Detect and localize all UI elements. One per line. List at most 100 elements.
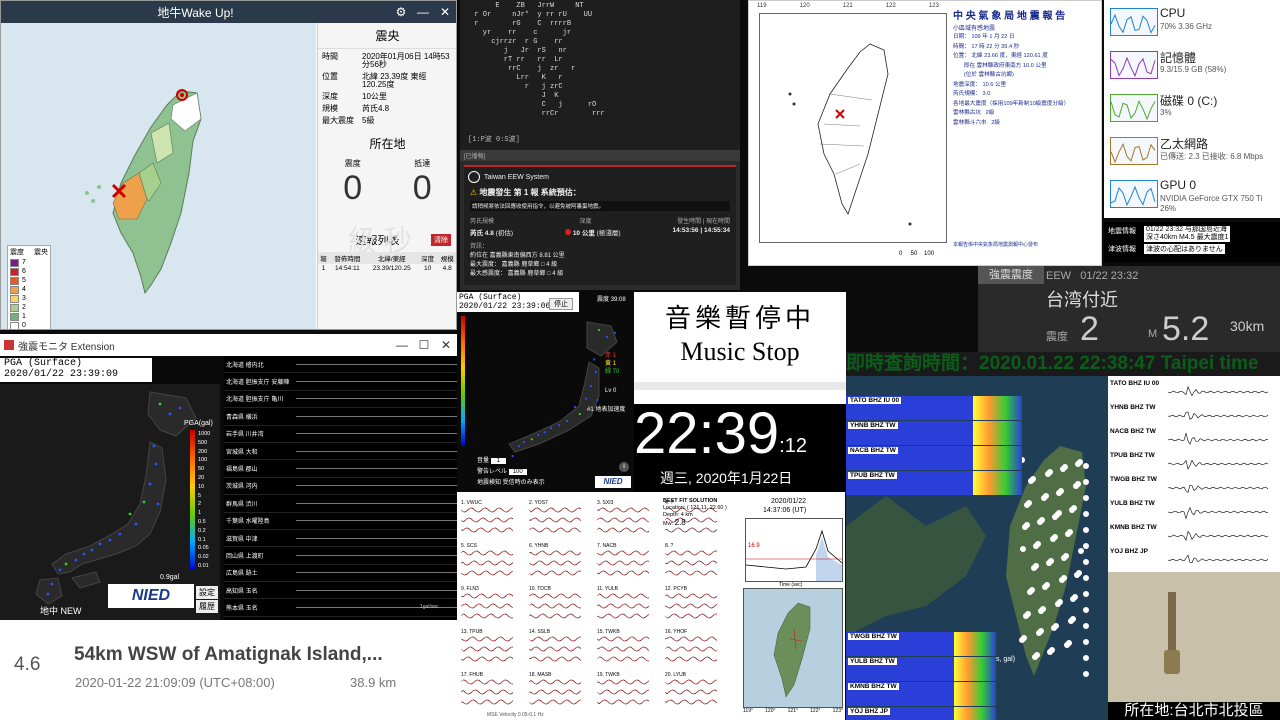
taskmgr-item[interactable]: GPU 0 NVIDIA GeForce GTX 750 Ti 26% xyxy=(1104,172,1280,215)
jp2-alarm-select[interactable]: 100 xyxy=(508,469,527,475)
station-dot xyxy=(154,462,158,466)
legend-row: 5 xyxy=(8,276,50,285)
region-trace xyxy=(296,502,457,504)
taskmgr-item[interactable]: CPU 70% 3.36 GHz xyxy=(1104,0,1280,43)
cwb-detail-line: 地震深度： 10.6 公里 xyxy=(953,81,1007,88)
legend-value: 5 xyxy=(22,277,26,284)
region-row[interactable]: 北海道 胆振支庁 安藤陣 xyxy=(224,373,457,391)
eew-info-label: 資訊： xyxy=(470,244,489,250)
region-name: 滋賀県 中津 xyxy=(226,536,258,543)
station-dot xyxy=(152,444,156,448)
region-trace xyxy=(296,415,457,417)
task-manager-panel: CPU 70% 3.36 GHz 記憶體 9.3/15.9 GB (58%) 磁碟 0 … xyxy=(1104,0,1280,218)
maximize-button[interactable]: ☐ xyxy=(413,338,435,352)
region-row[interactable]: 福島県 郡山 xyxy=(224,460,457,478)
wakeup-titlebar[interactable]: 地牛Wake Up! ⚙ — ✕ xyxy=(1,1,456,23)
eew-info-line2: 最大震度： 嘉義縣 鹿草鄉 □ 4 級 xyxy=(470,262,558,268)
region-row[interactable]: 高知県 玉名 xyxy=(224,582,457,600)
close-button[interactable]: ✕ xyxy=(434,5,456,19)
taskmgr-item-detail: NVIDIA GeForce GTX 750 Ti xyxy=(1160,194,1263,203)
region-row[interactable]: 千葉県 水曜陸島 xyxy=(224,513,457,530)
spectro-gal-label: s, gal) xyxy=(996,656,1016,663)
region-row[interactable]: 北海道 檜内北 xyxy=(224,356,457,374)
region-row[interactable]: 群馬県 渋川 xyxy=(224,495,457,513)
station-dot xyxy=(1083,511,1089,517)
seis-map-tick: 123° xyxy=(832,708,843,714)
trace-synthetic xyxy=(460,560,514,566)
report-cell: 23.39/120.25 xyxy=(372,265,411,272)
station-dot xyxy=(1051,625,1057,631)
region-trace xyxy=(296,398,457,400)
eew-box-mag-label: M xyxy=(1148,328,1158,340)
info-value: 10公里 xyxy=(362,92,387,101)
cwb-scale: 0 50 100 xyxy=(899,251,935,257)
eew-system-title: Taiwan EEW System xyxy=(484,173,549,181)
spectrogram-energy xyxy=(954,682,996,706)
trace-synthetic xyxy=(596,699,650,705)
region-row[interactable]: 北海道 胆振支庁 亀川 xyxy=(224,391,457,409)
usgs-time: 2020-01-22 21:09:09 (UTC+08:00) xyxy=(75,675,275,690)
spectrogram-row: YHNB BHZ TW xyxy=(846,421,1022,445)
legend-header-intensity: 震度 xyxy=(10,249,24,256)
station-dot xyxy=(573,405,577,409)
taskmgr-item[interactable]: 磁碟 0 (C:) 3% xyxy=(1104,86,1280,129)
kyoshin-titlebar[interactable]: 強震モニタ Extension — ☐ ✕ xyxy=(0,334,457,356)
region-row[interactable]: 宮城県 大和 xyxy=(224,443,457,461)
misfit-value: 16.9 xyxy=(748,543,760,549)
minimize-button[interactable]: — xyxy=(412,5,434,19)
spectrogram-label: TWGB BHZ TW xyxy=(848,633,899,640)
region-row[interactable]: 青森県 横浜 xyxy=(224,408,457,426)
region-trace xyxy=(296,589,457,591)
clear-button[interactable]: 清除 xyxy=(431,234,451,246)
station-label: 6. YHNB xyxy=(529,543,549,549)
region-name: 北海道 胆振支庁 亀川 xyxy=(226,397,284,404)
cwb-detail-line: 時間： 17 時 22 分 39.4 秒 xyxy=(953,43,1020,50)
region-trace xyxy=(296,450,457,452)
eew-system-icon xyxy=(468,171,480,183)
legend-swatch xyxy=(10,276,19,285)
minimize-button[interactable]: — xyxy=(391,338,413,352)
close-button[interactable]: ✕ xyxy=(435,338,457,352)
trace-synthetic xyxy=(664,560,718,566)
legend-value: 0 xyxy=(22,322,26,329)
taskmgr-item-detail: 9.3/15.9 GB (58%) xyxy=(1160,65,1227,74)
legend-value: 1 xyxy=(22,313,26,320)
jp2-top-right: 震度 39:08 xyxy=(597,297,626,303)
jp-quake-info: 地震情報 01/22 23:32 与那国島近海 深さ40km M4.5 最大震度… xyxy=(1104,222,1280,262)
eew-alert-note: 請稍候將依法回應收使用指令，以避免被阿裏蛋地震。 xyxy=(470,201,730,211)
region-row[interactable]: 茨城県 河内 xyxy=(224,478,457,496)
taskmgr-item[interactable]: 記憶體 9.3/15.9 GB (58%) xyxy=(1104,43,1280,86)
station-dot xyxy=(1083,527,1089,533)
station-dot xyxy=(1060,466,1066,472)
info-icon[interactable]: i xyxy=(619,462,629,472)
region-name: 北海道 檜内北 xyxy=(226,362,264,369)
taskmgr-item[interactable]: 乙太網路 已傳送: 2.3 已接收: 6.8 Mbps xyxy=(1104,129,1280,172)
region-row[interactable]: 岩手県 川井湾 xyxy=(224,426,457,443)
pga-scale-bottom: 0.9gal xyxy=(160,574,180,581)
region-row[interactable]: 広島県 跡土 xyxy=(224,565,457,583)
settings-button[interactable]: 設定 xyxy=(196,586,218,599)
jp2-volume-select[interactable]: 1 xyxy=(490,458,507,464)
taiwan-map[interactable]: 震度 震央 7 6 5 4 3 2 1 0 xyxy=(1,23,316,329)
waveform-trace xyxy=(1167,554,1269,564)
region-name: 岩手県 川井湾 xyxy=(226,432,264,439)
jp-quake-text2: 深さ40km M4.5 最大震度1 xyxy=(1146,234,1229,241)
region-trace xyxy=(296,433,457,435)
jp2-count: 赤 1 xyxy=(605,353,617,359)
info-value: 2020年01月06日 14時53分56秒 xyxy=(362,52,450,69)
usgs-item[interactable]: 4.6 54km WSW of Amatignak Island,... 202… xyxy=(0,620,457,720)
history-button[interactable]: 履歴 xyxy=(196,600,218,613)
gear-icon[interactable]: ⚙ xyxy=(390,5,412,19)
station-dot xyxy=(1055,601,1061,607)
pga-scale: PGA(gal) 1000 500 200 100 50 20 10 5 2 1 0.5 0.2 0.1… xyxy=(184,420,220,580)
trace-synthetic xyxy=(460,613,514,619)
music-divider xyxy=(634,382,846,390)
region-trace xyxy=(296,520,457,522)
region-row[interactable]: 岡山県 上渡町 xyxy=(224,547,457,565)
station-dot xyxy=(1083,495,1089,501)
pga-scale-value: 0.1 xyxy=(198,536,206,543)
region-row[interactable]: 滋賀県 中津 xyxy=(224,530,457,548)
clock-seconds: :12 xyxy=(779,435,807,457)
jp2-stop-button[interactable]: 停止 xyxy=(549,298,573,310)
region-name: 広島県 跡土 xyxy=(226,571,258,578)
